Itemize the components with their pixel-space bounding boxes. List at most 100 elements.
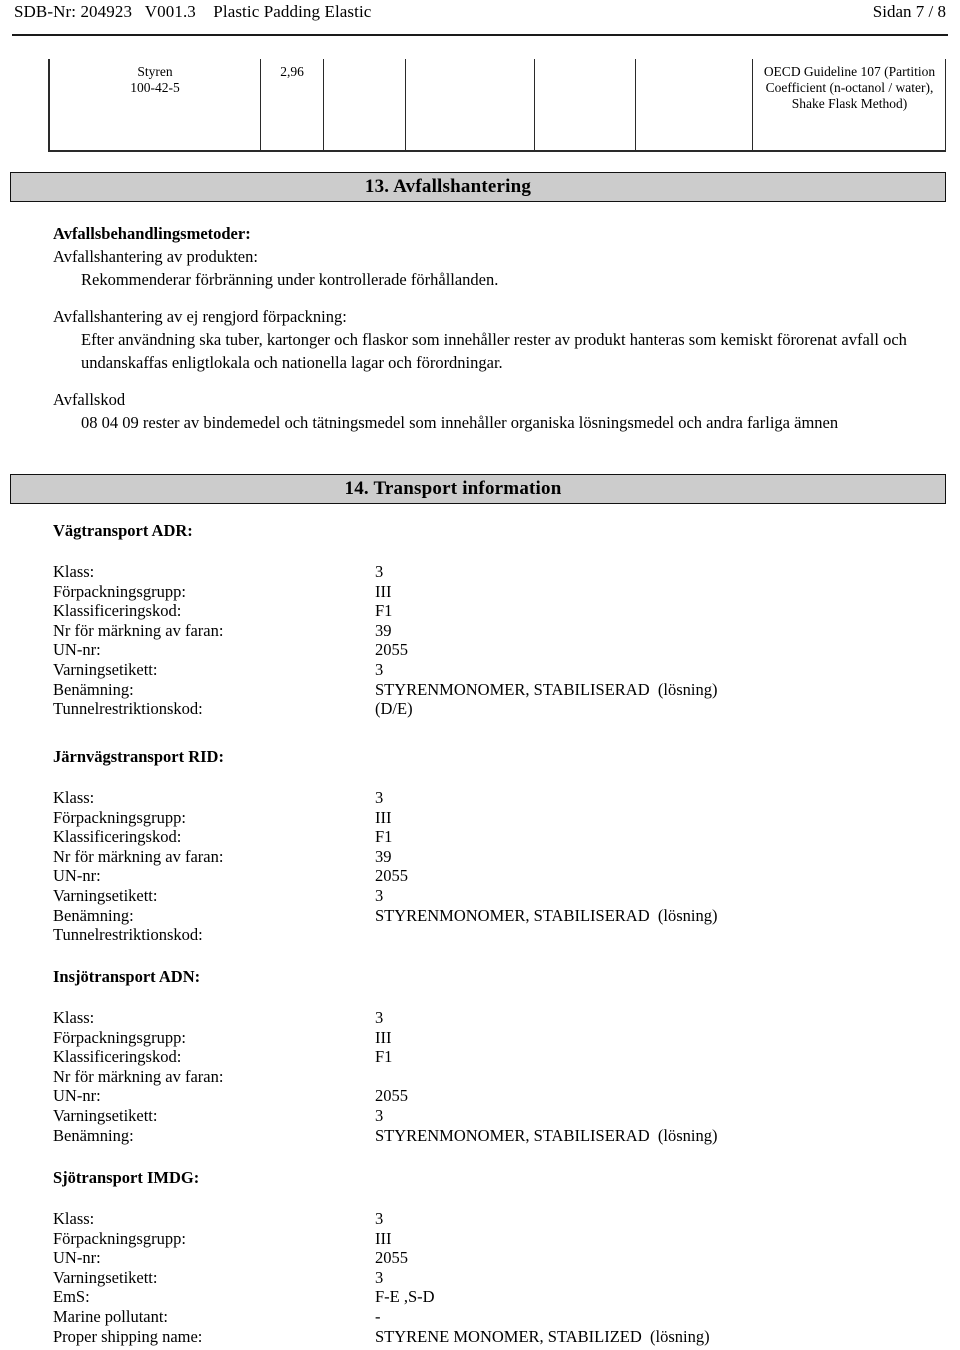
row-label: Förpackningsgrupp: — [53, 1228, 186, 1248]
transport-row: Nr för märkning av faran: — [53, 1067, 933, 1087]
section-14-title: 14. Transport information — [344, 478, 562, 499]
row-value: 3 — [375, 1105, 384, 1125]
transport-rows-adn: Klass: 3 Förpackningsgrupp: III Klassifice… — [53, 1008, 933, 1145]
transport-row: Förpackningsgrupp: III — [53, 1229, 933, 1249]
transport-rows-rid: Klass: 3 Förpackningsgrupp: III Klassifice… — [53, 788, 933, 945]
row-label: EmS: — [53, 1287, 90, 1307]
row-value: 2055 — [375, 866, 408, 886]
row-label: Klass: — [53, 1209, 95, 1228]
row-label: Klass: — [53, 562, 95, 581]
page-number: Sidan 7 / 8 — [872, 2, 946, 21]
product-disposal-lead: Avfallshantering av produkten: — [53, 247, 258, 266]
row-label: Klass: — [53, 1008, 95, 1027]
row-value: 3 — [375, 788, 384, 807]
transport-row: Marine pollutant: - — [53, 1307, 933, 1327]
row-label: Klassificeringskod: — [53, 1047, 182, 1067]
transport-row: Varningsetikett: 3 — [53, 886, 933, 906]
page-header: SDB-Nr: 204923 V001.3 Plastic Padding El… — [0, 0, 960, 38]
section-13-title: 13. Avfallshantering — [364, 176, 532, 197]
row-label: Nr för märkning av faran: — [53, 620, 224, 640]
transport-row: Klass: 3 — [53, 788, 933, 808]
transport-row: Nr för märkning av faran: 39 — [53, 847, 933, 867]
row-label: Proper shipping name: — [53, 1326, 203, 1346]
transport-row: Klassificeringskod: F1 — [53, 827, 933, 847]
row-label: Nr för märkning av faran: — [53, 846, 224, 866]
row-value: (D/E) — [375, 699, 413, 719]
transport-mode-title-rid: Järnvägstransport RID: — [53, 747, 224, 766]
substance-name: Styren — [137, 64, 173, 79]
section-14-header: 14. Transport information — [10, 474, 946, 504]
transport-row: Klassificeringskod: F1 — [53, 1047, 933, 1067]
row-label: Tunnelrestriktionskod: — [53, 925, 203, 945]
transport-row: Förpackningsgrupp: III — [53, 808, 933, 828]
row-value: STYRENMONOMER, STABILISERAD (lösning) — [375, 905, 718, 925]
row-value: 3 — [375, 659, 384, 679]
transport-row: Benämning: STYRENMONOMER, STABILISERAD (l… — [53, 906, 933, 926]
table-cell-col7 — [636, 59, 752, 150]
row-label: Varningsetikett: — [53, 1105, 158, 1125]
transport-mode-title-imdg: Sjötransport IMDG: — [53, 1168, 200, 1187]
row-value: 2055 — [375, 1086, 408, 1106]
row-value: III — [375, 807, 392, 827]
table-cell-col6 — [535, 59, 635, 150]
row-value: F1 — [375, 601, 393, 621]
table-cell-method: OECD Guideline 107 (Partition Coefficien… — [763, 64, 936, 111]
transport-row: EmS: F-E ,S-D — [53, 1287, 933, 1307]
row-label: UN-nr: — [53, 1248, 101, 1268]
transport-mode-title-adn: Insjötransport ADN: — [53, 967, 201, 986]
row-label: Klassificeringskod: — [53, 827, 182, 847]
row-value: 3 — [375, 1008, 384, 1027]
physical-properties-table: Styren 100-42-5 2,96 OECD Guideline 107 … — [48, 59, 946, 152]
table-cell-col5 — [406, 59, 534, 150]
packaging-disposal-lead: Avfallshantering av ej rengjord förpackn… — [53, 307, 347, 326]
row-label: Klass: — [53, 788, 95, 807]
row-value: III — [375, 1228, 392, 1248]
row-value: III — [375, 1027, 392, 1047]
row-value: - — [375, 1306, 381, 1326]
product-disposal-body: Rekommenderar förbränning under kontroll… — [81, 270, 499, 289]
row-value: STYRENMONOMER, STABILISERAD (lösning) — [375, 1125, 718, 1145]
row-value: F-E ,S-D — [375, 1287, 435, 1307]
transport-row: Tunnelrestriktionskod: (D/E) — [53, 699, 933, 719]
row-value: 3 — [375, 885, 384, 905]
row-label: Förpackningsgrupp: — [53, 1027, 186, 1047]
transport-row: Förpackningsgrupp: III — [53, 1028, 933, 1048]
transport-row: Varningsetikett: 3 — [53, 660, 933, 680]
packaging-disposal-block: Avfallshantering av ej rengjord förpackn… — [53, 305, 937, 374]
transport-row: Klassificeringskod: F1 — [53, 601, 933, 621]
row-value: 3 — [375, 1209, 384, 1228]
transport-row: Benämning: STYRENMONOMER, STABILISERAD (l… — [53, 680, 933, 700]
row-value: STYRENE MONOMER, STABILIZED (lösning) — [375, 1326, 710, 1346]
row-label: Varningsetikett: — [53, 659, 158, 679]
row-label: Klassificeringskod: — [53, 601, 182, 621]
row-value: 39 — [375, 620, 392, 640]
waste-methods-heading: Avfallsbehandlingsmetoder: — [53, 224, 251, 243]
transport-row: Varningsetikett: 3 — [53, 1106, 933, 1126]
transport-row: Klass: 3 — [53, 1008, 933, 1028]
waste-code-lead: Avfallskod — [53, 390, 126, 409]
row-value: 3 — [375, 1267, 384, 1287]
substance-cas: 100-42-5 — [130, 80, 180, 95]
transport-row: Klass: 3 — [53, 1209, 933, 1229]
row-label: Varningsetikett: — [53, 1267, 158, 1287]
row-label: UN-nr: — [53, 866, 101, 886]
product-disposal-block: Avfallshantering av produkten: Rekommend… — [53, 245, 933, 291]
document-reference: SDB-Nr: 204923 V001.3 Plastic Padding El… — [14, 2, 372, 21]
transport-mode-title-adr: Vägtransport ADR: — [53, 521, 193, 540]
row-label: Benämning: — [53, 1125, 134, 1145]
row-label: Tunnelrestriktionskod: — [53, 699, 203, 719]
row-label: Nr för märkning av faran: — [53, 1066, 224, 1086]
row-value: STYRENMONOMER, STABILISERAD (lösning) — [375, 679, 718, 699]
transport-row: Benämning: STYRENMONOMER, STABILISERAD (l… — [53, 1126, 933, 1146]
row-value: III — [375, 581, 392, 601]
table-cell-value: 2,96 — [280, 64, 304, 79]
section-13-header: 13. Avfallshantering — [10, 172, 946, 202]
row-value: 39 — [375, 846, 392, 866]
row-label: Benämning: — [53, 905, 134, 925]
header-divider — [12, 34, 948, 36]
transport-row: Varningsetikett: 3 — [53, 1268, 933, 1288]
row-label: Förpackningsgrupp: — [53, 581, 186, 601]
table-cell-substance: Styren 100-42-5 — [50, 59, 260, 150]
row-label: Förpackningsgrupp: — [53, 807, 186, 827]
transport-row: UN-nr: 2055 — [53, 640, 933, 660]
